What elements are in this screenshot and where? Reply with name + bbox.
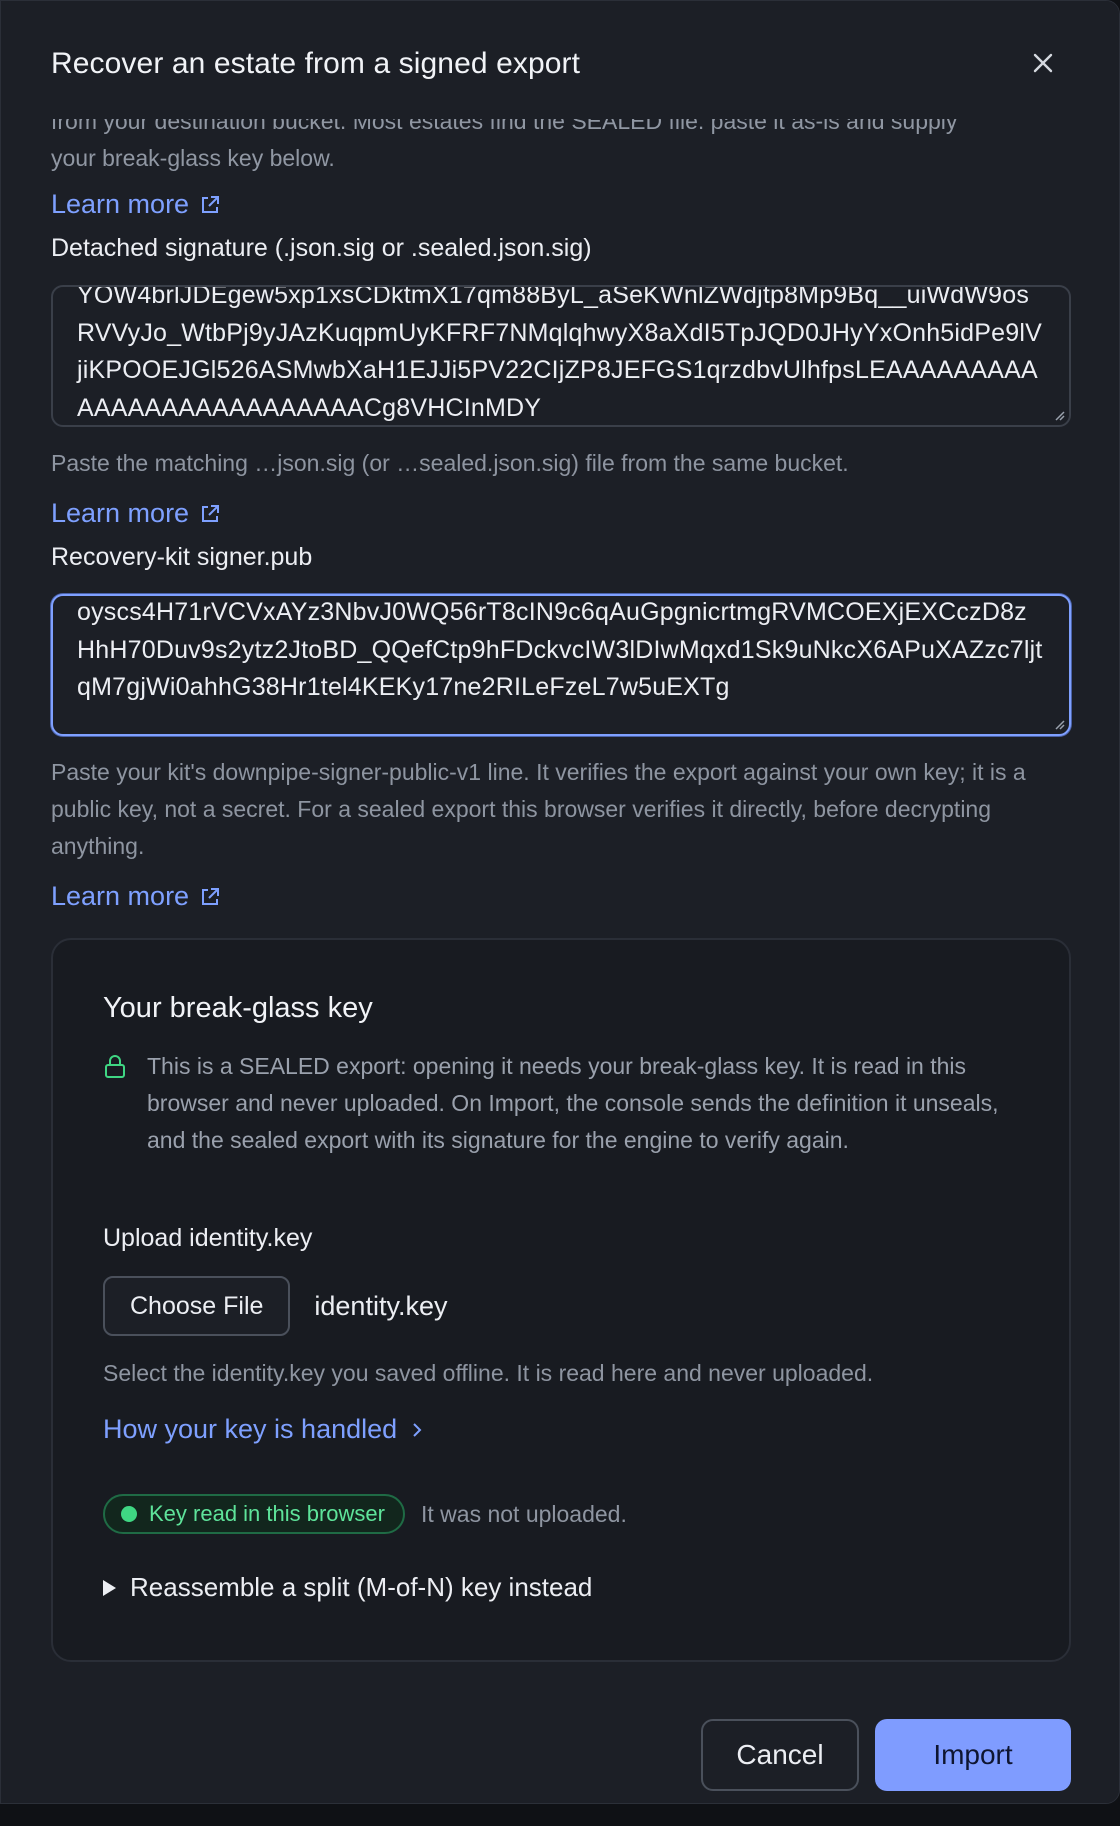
- break-glass-card: Your break-glass key This is a SEALED ex…: [51, 938, 1071, 1662]
- sealed-note-text: This is a SEALED export: opening it need…: [147, 1053, 999, 1153]
- signer-help: Paste your kit's downpipe-signer-public-…: [51, 759, 1026, 859]
- how-key-handled-link[interactable]: How your key is handled: [103, 1414, 423, 1445]
- external-link-icon: [202, 504, 220, 522]
- select-file-help: Select the identity.key you saved offlin…: [103, 1360, 874, 1386]
- disclosure-triangle-icon: [103, 1579, 116, 1596]
- split-key-toggle[interactable]: Reassemble a split (M-of-N) key instead: [103, 1572, 592, 1603]
- recover-dialog: Recover an estate from a signed export f…: [0, 0, 1120, 1804]
- lock-icon: [105, 1055, 125, 1078]
- signature-textarea[interactable]: YOW4brlJDEgew5xp1xsCDktmX17qm88ByL_aSeKW…: [51, 285, 1071, 427]
- signer-textarea[interactable]: oyscs4H71rVCVxAYz3NbvJ0WQ56rT8cIN9c6qAuG…: [51, 594, 1071, 736]
- signer-label: Recovery-kit signer.pub: [51, 543, 313, 571]
- intro-text-clipped: from your destination bucket. Most estat…: [51, 119, 958, 134]
- learn-more-label: Learn more: [51, 881, 190, 911]
- chevron-right-icon: [413, 1422, 422, 1437]
- break-glass-title: Your break-glass key: [103, 992, 373, 1024]
- signature-value: YOW4brlJDEgew5xp1xsCDktmX17qm88ByL_aSeKW…: [77, 285, 1042, 422]
- import-button[interactable]: Import: [875, 1719, 1071, 1791]
- upload-label: Upload identity.key: [103, 1224, 313, 1252]
- signature-label: Detached signature (.json.sig or .sealed…: [51, 234, 592, 262]
- key-status-badge-label: Key read in this browser: [149, 1501, 385, 1526]
- intro-learn-more-link[interactable]: Learn more: [51, 189, 221, 220]
- cancel-button[interactable]: Cancel: [701, 1719, 859, 1791]
- dialog-footer: Cancel Import: [1, 1681, 1119, 1803]
- signer-learn-more-link[interactable]: Learn more: [51, 881, 221, 912]
- intro-text: your break-glass key below.: [51, 145, 335, 171]
- external-link-icon: [202, 195, 220, 213]
- key-status-row: Key read in this browser It was not uplo…: [103, 1494, 627, 1534]
- resize-grip-icon[interactable]: [1051, 716, 1065, 730]
- status-dot-icon: [121, 1506, 137, 1522]
- key-status-text: It was not uploaded.: [421, 1500, 627, 1527]
- selected-file-name: identity.key: [314, 1290, 448, 1321]
- dialog-body[interactable]: from your destination bucket. Most estat…: [1, 119, 1119, 1681]
- page-backdrop: [0, 1804, 1120, 1826]
- split-key-label: Reassemble a split (M-of-N) key instead: [130, 1572, 593, 1602]
- learn-more-label: Learn more: [51, 498, 190, 528]
- close-icon: [1033, 53, 1053, 73]
- close-button[interactable]: [1025, 45, 1061, 81]
- dialog-header: Recover an estate from a signed export: [1, 1, 1119, 119]
- key-status-badge: Key read in this browser: [103, 1494, 405, 1534]
- signer-value: oyscs4H71rVCVxAYz3NbvJ0WQ56rT8cIN9c6qAuG…: [77, 598, 1043, 701]
- dialog-title: Recover an estate from a signed export: [51, 47, 581, 80]
- signature-help: Paste the matching …json.sig (or …sealed…: [51, 450, 849, 476]
- file-input-row: Choose File identity.key: [103, 1276, 447, 1336]
- how-key-handled-label: How your key is handled: [103, 1414, 398, 1444]
- learn-more-label: Learn more: [51, 189, 190, 219]
- choose-file-button[interactable]: Choose File: [103, 1276, 291, 1336]
- sealed-note: This is a SEALED export: opening it need…: [103, 1048, 1023, 1159]
- signature-learn-more-link[interactable]: Learn more: [51, 498, 221, 529]
- resize-grip-icon[interactable]: [1051, 407, 1065, 421]
- external-link-icon: [202, 887, 220, 905]
